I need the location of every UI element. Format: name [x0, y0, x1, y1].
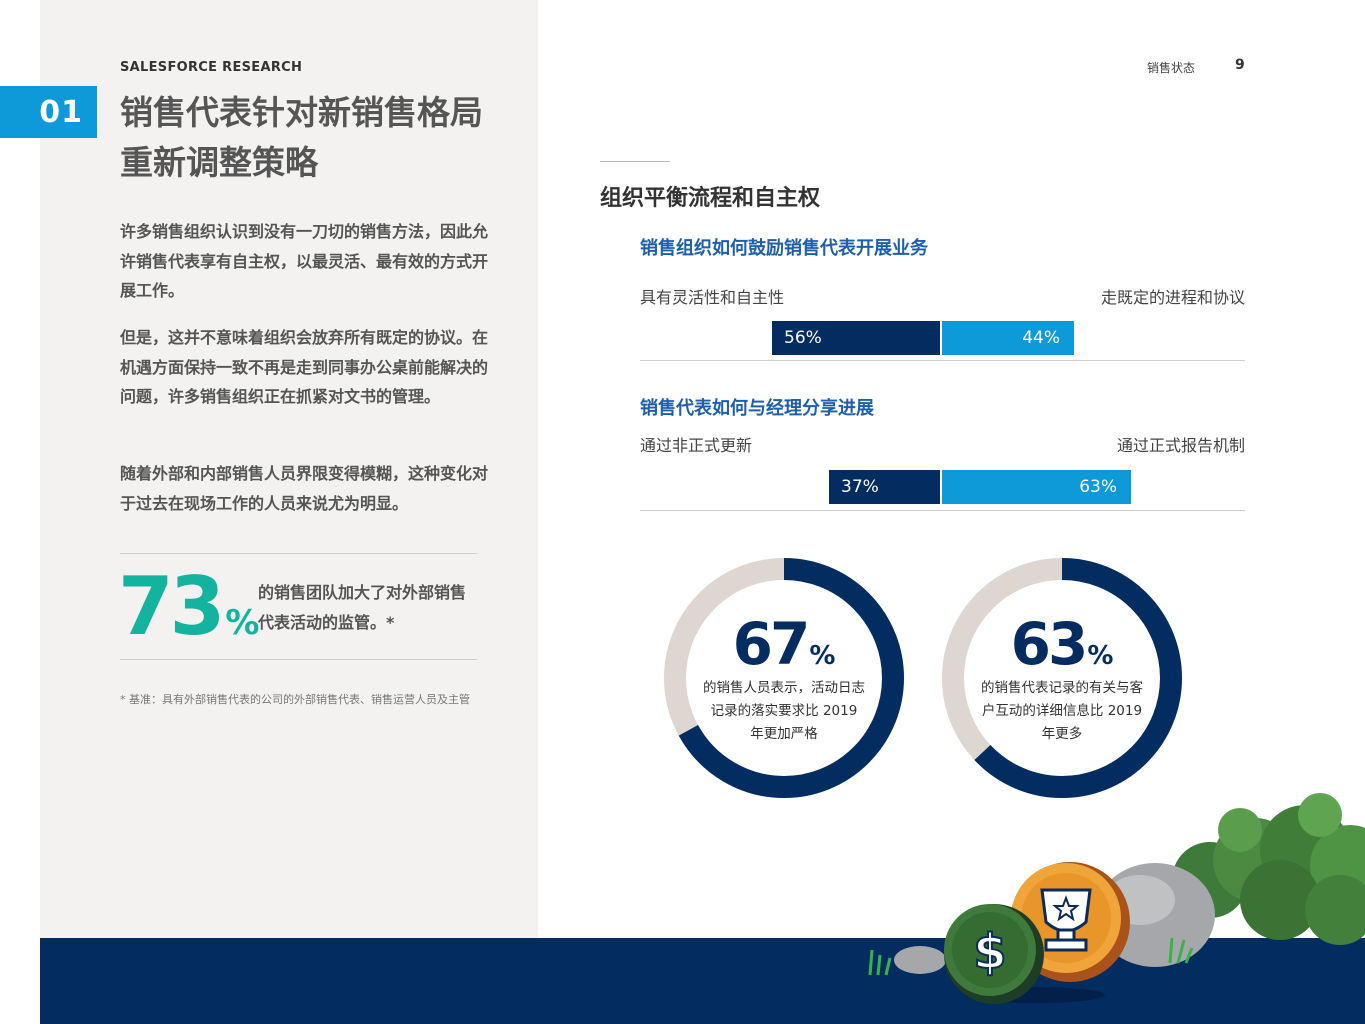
stat-unit: %: [225, 603, 260, 643]
chart2-bar-formal-label: 63%: [1079, 477, 1117, 497]
page-number: 9: [1235, 57, 1245, 73]
donut1-value: 67%: [663, 614, 905, 674]
donut2-number: 63: [1010, 610, 1089, 678]
divider-bottom: [120, 659, 477, 660]
paragraph-3: 随着外部和内部销售人员界限变得模糊，这种变化对于过去在现场工作的人员来说尤为明显…: [120, 464, 489, 513]
chart2-bar-formal: 63%: [942, 470, 1131, 504]
donut2-value: 63%: [941, 614, 1183, 674]
chart2-bar-informal-label: 37%: [841, 477, 879, 497]
section-title: 组织平衡流程和自主权: [600, 186, 821, 211]
divider-top: [120, 553, 477, 554]
chart1-bar-flexible-label: 56%: [784, 328, 822, 348]
chart2-right-label: 通过正式报告机制: [1116, 436, 1245, 455]
chart1-bar-protocol-label: 44%: [1022, 328, 1060, 348]
chart1-bar-protocol: 44%: [942, 321, 1074, 355]
paragraph-2: 但是，这并不意味着组织会放弃所有既定的协议。在机遇方面保持一致不再是走到同事办公…: [120, 328, 489, 406]
donut1-unit: %: [809, 641, 836, 671]
chart1-left-label: 具有灵活性和自主性: [640, 288, 785, 307]
chart2-title: 销售代表如何与经理分享进展: [640, 398, 874, 419]
chapter-badge: 01: [0, 86, 97, 138]
section-name: 销售状态: [1147, 61, 1196, 75]
chart1-right-label: 走既定的进程和协议: [1100, 288, 1245, 307]
stat-value: 73: [118, 560, 225, 653]
footnote: * 基准：具有外部销售代表的公司的外部销售代表、销售运营人员及主管: [120, 693, 470, 706]
brand-label: SALESFORCE RESEARCH: [120, 60, 303, 75]
section-rule: [600, 161, 670, 162]
chart2-left-label: 通过非正式更新: [640, 436, 753, 455]
donut2-text: 的销售代表记录的有关与客户互动的详细信息比 2019 年更多: [981, 680, 1143, 742]
chart1-baseline: [640, 360, 1245, 361]
svg-text:$: $: [973, 924, 1006, 980]
donut1-number: 67: [732, 610, 811, 678]
chart2-bar-informal: 37%: [829, 470, 940, 504]
stat-description: 的销售团队加大了对外部销售代表活动的监管。*: [258, 583, 467, 632]
chart1-bar-flexible: 56%: [772, 321, 940, 355]
donut1-text: 的销售人员表示，活动日志记录的落实要求比 2019 年更加严格: [703, 680, 865, 742]
page-title: 销售代表针对新销售格局重新调整策略: [120, 93, 483, 182]
paragraph-1: 许多销售组织认识到没有一刀切的销售方法，因此允许销售代表享有自主权，以最灵活、最…: [120, 222, 489, 300]
dollar-coin-icon: $: [944, 904, 1044, 1004]
stat-highlight: 73%: [118, 562, 259, 668]
donut2-unit: %: [1087, 641, 1114, 671]
chart2-baseline: [640, 510, 1245, 511]
chart1-title: 销售组织如何鼓励销售代表开展业务: [640, 238, 928, 259]
coins-illustration: $: [868, 793, 1365, 1004]
